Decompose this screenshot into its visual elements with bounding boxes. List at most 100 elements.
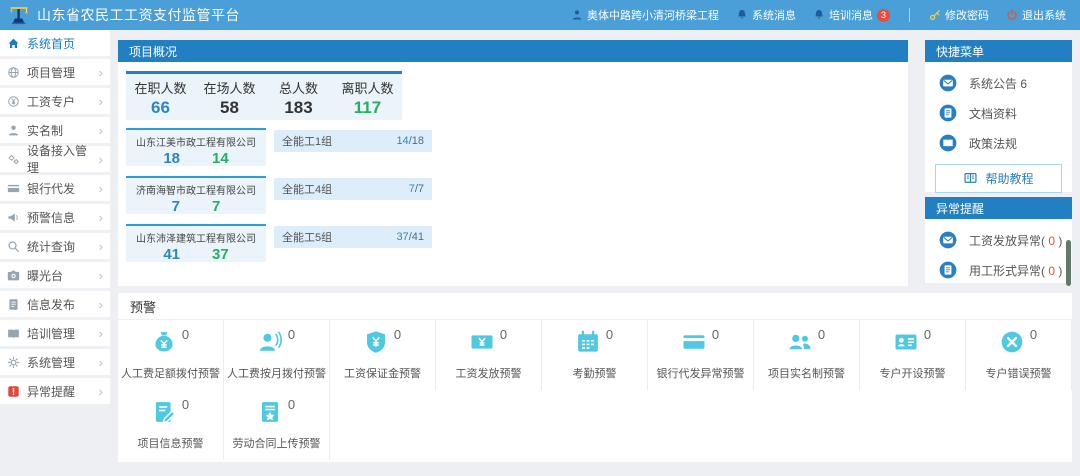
sidebar-item-11[interactable]: 系统管理›	[0, 349, 110, 378]
project-overview-panel: 项目概况 在职人数66在场人数58总人数183离职人数117 山东江美市政工程有…	[118, 40, 908, 286]
quick-menu-header: 快捷菜单	[925, 40, 1072, 62]
sidebar-item-0[interactable]: 系统首页	[0, 30, 110, 59]
project-overview-title: 项目概况	[129, 43, 177, 60]
sidebar-item-label: 银行代发	[27, 180, 75, 197]
company-onduty-count: 41	[163, 246, 180, 263]
warning-item-8[interactable]: 0 专户错误预警	[966, 320, 1072, 390]
warning-count: 0	[924, 327, 931, 342]
warning-item-1[interactable]: 0 人工费按月拨付预警	[224, 320, 330, 390]
warning-top: 0	[258, 330, 295, 358]
warning-top: 0	[1000, 330, 1037, 358]
scrollbar-thumb[interactable]	[1066, 240, 1071, 286]
warning-top: 0	[470, 330, 507, 358]
sidebar-item-9[interactable]: 信息发布›	[0, 291, 110, 320]
person-sound-icon	[258, 330, 282, 354]
quick-menu-item-1[interactable]: 文档资料	[925, 98, 1072, 128]
help-tutorial-label: 帮助教程	[985, 170, 1033, 187]
chevron-right-icon: ›	[99, 356, 103, 369]
warnings-panel: 预警 0人工费足额拨付预警0人工费按月拨付预警0工资保证金预警0工资发放预警0考…	[118, 293, 1072, 462]
top-menu-label: 修改密码	[945, 7, 989, 23]
company-name: 山东江美市政工程有限公司	[126, 134, 266, 149]
company-card-2[interactable]: 山东沛泽建筑工程有限公司4137	[126, 224, 266, 262]
warning-item-10[interactable]: 0劳动合同上传预警	[224, 390, 330, 460]
sidebar-item-12[interactable]: 异常提醒›	[0, 378, 110, 407]
stat-3: 离职人数117	[333, 74, 402, 120]
warning-item-4[interactable]: 0考勤预警	[542, 320, 648, 390]
stats-box: 在职人数66在场人数58总人数183离职人数117	[126, 71, 402, 120]
group-row-0[interactable]: 全能工1组14/18	[274, 130, 432, 152]
warning-top: 0	[152, 400, 189, 428]
warning-count: 0	[1030, 327, 1037, 342]
alert-icon	[7, 385, 21, 398]
top-menu-item-2[interactable]: 培训消息3	[813, 7, 890, 23]
company-name: 山东沛泽建筑工程有限公司	[126, 230, 266, 245]
sidebar-item-6[interactable]: 预警信息›	[0, 204, 110, 233]
exception-title: 异常提醒	[936, 200, 984, 217]
warning-label: 劳动合同上传预警	[233, 435, 321, 451]
warning-item-9[interactable]: 0 项目信息预警	[118, 390, 224, 460]
help-tutorial-button[interactable]: 帮助教程	[935, 164, 1062, 193]
group-row-1[interactable]: 全能工4组7/7	[274, 178, 432, 200]
quick-menu-label: 系统公告 6	[969, 75, 1027, 92]
top-menu-item-0[interactable]: 奥体中路跨小清河桥梁工程	[571, 7, 719, 23]
stat-label: 离职人数	[333, 78, 402, 97]
top-menu-item-3[interactable]: 修改密码	[929, 7, 989, 23]
warning-item-7[interactable]: 0专户开设预警	[860, 320, 966, 390]
warning-item-5[interactable]: 0银行代发异常预警	[648, 320, 754, 390]
user-icon	[7, 124, 21, 137]
sidebar-item-8[interactable]: 曝光台›	[0, 262, 110, 291]
company-card-1[interactable]: 济南海智市政工程有限公司77	[126, 176, 266, 214]
group-ratio: 37/41	[396, 231, 424, 243]
sidebar-item-label: 系统首页	[27, 35, 75, 52]
chevron-right-icon: ›	[99, 153, 103, 166]
sidebar-item-label: 项目管理	[27, 64, 75, 81]
warning-label: 人工费按月拨付预警	[227, 365, 326, 381]
sidebar-item-1[interactable]: 项目管理 ›	[0, 59, 110, 88]
group-row-2[interactable]: 全能工5组37/41	[274, 226, 432, 248]
quick-menu-item-2[interactable]: 政策法规	[925, 128, 1072, 158]
brand: 山东省农民工工资支付监管平台	[8, 4, 240, 26]
warning-label: 项目信息预警	[138, 435, 204, 451]
stat-label: 在场人数	[195, 78, 264, 97]
top-menu-item-4[interactable]: 退出系统	[1006, 7, 1066, 23]
exception-item-0[interactable]: 工资发放异常( 0 )	[925, 225, 1072, 255]
chevron-right-icon: ›	[99, 95, 103, 108]
quick-menu-panel: 快捷菜单 系统公告 6 文档资料政策法规 帮助教程	[925, 40, 1072, 192]
company-card-0[interactable]: 山东江美市政工程有限公司1814	[126, 128, 266, 166]
warning-label: 考勤预警	[573, 365, 617, 381]
key-icon	[929, 9, 941, 21]
sidebar-item-5[interactable]: 银行代发 ›	[0, 175, 110, 204]
chevron-right-icon: ›	[99, 66, 103, 79]
stat-value: 58	[195, 98, 264, 118]
warning-count: 0	[182, 397, 189, 412]
warning-count: 0	[288, 327, 295, 342]
top-menu-item-1[interactable]: 系统消息	[736, 7, 796, 23]
project-overview-header: 项目概况	[118, 40, 908, 62]
exception-label: 工资发放异常( 0 )	[969, 232, 1062, 249]
chevron-right-icon: ›	[99, 269, 103, 282]
crane-logo-icon	[8, 4, 30, 26]
chevron-right-icon: ›	[99, 182, 103, 195]
warning-item-0[interactable]: 0人工费足额拨付预警	[118, 320, 224, 390]
quick-menu-item-0[interactable]: 系统公告 6	[925, 68, 1072, 98]
sidebar-item-4[interactable]: 设备接入管理›	[0, 146, 110, 175]
warning-label: 专户错误预警	[986, 365, 1052, 381]
exception-item-1[interactable]: 用工形式异常( 0 )	[925, 255, 1072, 285]
warning-label: 项目实名制预警	[768, 365, 845, 381]
quick-menu-label: 文档资料	[969, 105, 1017, 122]
company-name: 济南海智市政工程有限公司	[126, 182, 266, 197]
moneybag-icon	[152, 330, 176, 354]
stat-label: 在职人数	[126, 78, 195, 97]
sidebar-item-7[interactable]: 统计查询›	[0, 233, 110, 262]
calendar-icon	[576, 330, 600, 354]
warning-item-6[interactable]: 0项目实名制预警	[754, 320, 860, 390]
banknote-icon	[470, 330, 494, 354]
sidebar-item-label: 培训管理	[27, 325, 75, 342]
warning-item-3[interactable]: 0工资发放预警	[436, 320, 542, 390]
exception-items: 工资发放异常( 0 ) 用工形式异常( 0 )	[925, 219, 1072, 285]
app-title: 山东省农民工工资支付监管平台	[37, 5, 240, 25]
warning-item-2[interactable]: 0工资保证金预警	[330, 320, 436, 390]
exception-label: 用工形式异常( 0 )	[969, 262, 1062, 279]
sidebar-item-10[interactable]: 培训管理›	[0, 320, 110, 349]
sidebar-item-2[interactable]: 工资专户›	[0, 88, 110, 117]
